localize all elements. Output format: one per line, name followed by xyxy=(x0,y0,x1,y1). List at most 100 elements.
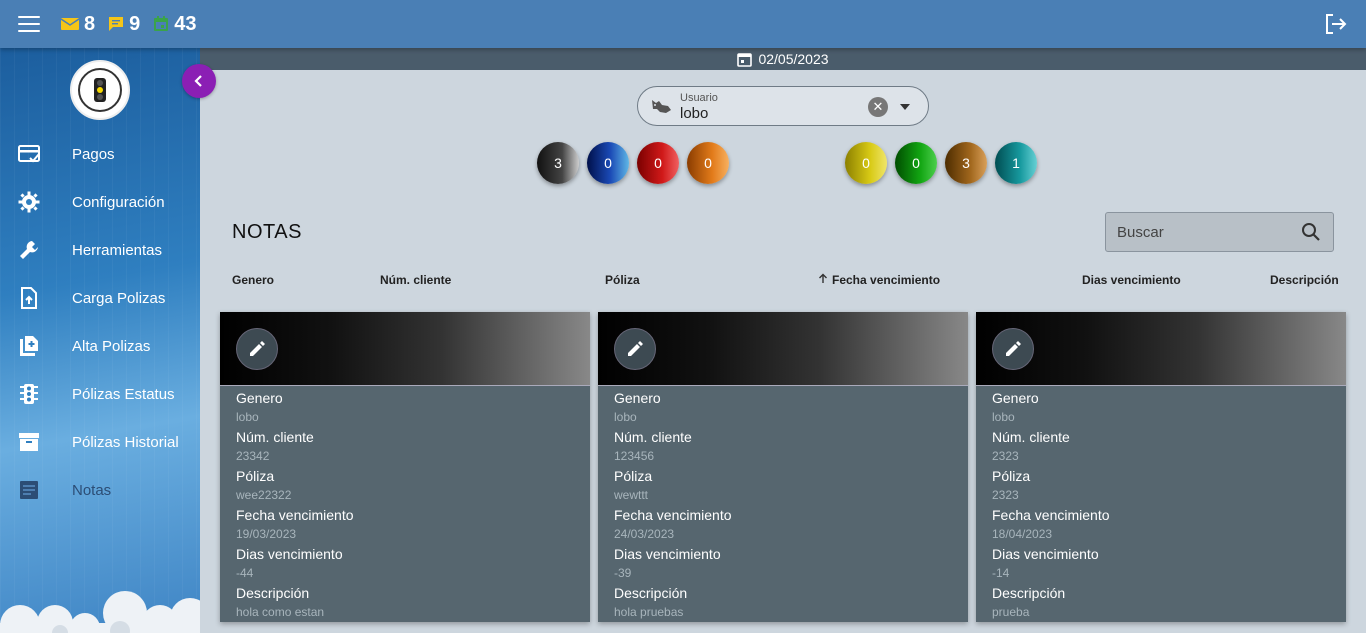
field-value: wee22322 xyxy=(236,488,292,502)
chat-count: 9 xyxy=(129,12,141,35)
sidebar-item-herramientas[interactable]: Herramientas xyxy=(0,226,200,274)
column-header-dias-vencimiento[interactable]: Dias vencimiento xyxy=(1082,273,1181,287)
status-brown-counter[interactable]: 3 xyxy=(945,142,987,184)
status-blue-counter[interactable]: 0 xyxy=(587,142,629,184)
dropdown-arrow-icon[interactable] xyxy=(900,104,910,110)
field-label: Dias vencimiento xyxy=(236,546,343,562)
field-value: hola como estan xyxy=(236,605,325,619)
chevron-left-icon xyxy=(194,75,202,87)
field-label: Fecha vencimiento xyxy=(614,507,732,523)
card-header xyxy=(598,312,968,386)
pencil-icon xyxy=(628,341,643,356)
edit-button[interactable] xyxy=(236,328,278,370)
column-header-label: Fecha vencimiento xyxy=(832,273,941,287)
status-orange-counter[interactable]: 0 xyxy=(687,142,729,184)
field-label: Dias vencimiento xyxy=(614,546,721,562)
field-label: Genero xyxy=(614,390,661,406)
clouds-decoration xyxy=(0,591,200,633)
date-bar: 02/05/2023 xyxy=(200,48,1366,70)
field-value: 123456 xyxy=(614,449,655,463)
hamburger-menu-icon[interactable] xyxy=(18,16,40,32)
mail-count: 8 xyxy=(84,12,96,35)
wrench-icon xyxy=(18,239,40,261)
edit-button[interactable] xyxy=(614,328,656,370)
user-filter-select[interactable]: Usuario lobo ✕ xyxy=(637,86,929,126)
seguros-semaforo-logo xyxy=(70,60,130,120)
field-value: lobo xyxy=(236,410,259,424)
field-label: Descripción xyxy=(614,585,688,601)
notes-icon xyxy=(18,479,40,501)
edit-button[interactable] xyxy=(992,328,1034,370)
status-teal-counter[interactable]: 1 xyxy=(995,142,1037,184)
search-icon[interactable] xyxy=(1301,222,1321,247)
search-field[interactable]: Buscar xyxy=(1105,212,1334,252)
note-card: Genero lobo Núm. cliente 123456 Póliza w… xyxy=(598,312,968,622)
field-value: -14 xyxy=(992,566,1010,580)
pencil-icon xyxy=(250,341,265,356)
search-placeholder: Buscar xyxy=(1117,223,1164,241)
field-value: hola pruebas xyxy=(614,605,684,619)
column-header-poliza[interactable]: Póliza xyxy=(605,273,640,287)
field-label: Genero xyxy=(236,390,283,406)
field-value: 23342 xyxy=(236,449,270,463)
field-label: Descripción xyxy=(992,585,1066,601)
calendar-counter[interactable]: 43 xyxy=(152,12,197,36)
sidebar-item-label: Carga Polizas xyxy=(72,289,166,307)
top-app-bar: 8 9 43 xyxy=(0,0,1366,48)
pencil-icon xyxy=(1006,341,1021,356)
chat-counter[interactable]: 9 xyxy=(107,13,140,36)
field-label: Núm. cliente xyxy=(992,429,1070,445)
archive-icon xyxy=(18,431,40,453)
sidebar: Pagos Configuración Herramientas Carga P… xyxy=(0,48,200,633)
status-red-counter[interactable]: 0 xyxy=(637,142,679,184)
sidebar-item-configuracion[interactable]: Configuración xyxy=(0,178,200,226)
column-header-descripcion[interactable]: Descripción xyxy=(1270,273,1339,287)
sidebar-item-label: Herramientas xyxy=(72,241,163,259)
sidebar-item-label: Configuración xyxy=(72,193,165,211)
field-label: Póliza xyxy=(236,468,275,484)
field-label: Genero xyxy=(992,390,1039,406)
sidebar-nav: Pagos Configuración Herramientas Carga P… xyxy=(0,130,200,514)
filter-label: Usuario xyxy=(680,92,718,104)
sidebar-item-label: Notas xyxy=(72,481,112,499)
note-card: Genero lobo Núm. cliente 23342 Póliza we… xyxy=(220,312,590,622)
sidebar-item-alta-polizas[interactable]: Alta Polizas xyxy=(0,322,200,370)
sidebar-item-notas[interactable]: Notas xyxy=(0,466,200,514)
field-label: Fecha vencimiento xyxy=(992,507,1110,523)
field-value: lobo xyxy=(614,410,637,424)
status-counters: 3 0 0 0 0 0 3 1 xyxy=(0,142,1366,184)
status-yellow-counter[interactable]: 0 xyxy=(845,142,887,184)
column-header-fecha-vencimiento[interactable]: Fecha vencimiento xyxy=(818,273,940,287)
field-value: -44 xyxy=(236,566,254,580)
page-title: NOTAS xyxy=(232,221,302,243)
field-label: Dias vencimiento xyxy=(992,546,1099,562)
status-green-counter[interactable]: 0 xyxy=(895,142,937,184)
mail-counter[interactable]: 8 xyxy=(60,13,95,36)
note-card: Genero lobo Núm. cliente 2323 Póliza 232… xyxy=(976,312,1346,622)
field-value: 19/03/2023 xyxy=(236,527,297,541)
field-label: Descripción xyxy=(236,585,310,601)
field-value: 2323 xyxy=(992,488,1019,502)
field-label: Fecha vencimiento xyxy=(236,507,354,523)
logout-icon[interactable] xyxy=(1324,13,1348,40)
sidebar-item-polizas-historial[interactable]: Pólizas Historial xyxy=(0,418,200,466)
field-value: prueba xyxy=(992,605,1030,619)
sidebar-item-carga-polizas[interactable]: Carga Polizas xyxy=(0,274,200,322)
clear-icon[interactable]: ✕ xyxy=(868,97,888,117)
sidebar-item-label: Pólizas Estatus xyxy=(72,385,175,403)
file-add-icon xyxy=(18,335,40,357)
column-header-num-cliente[interactable]: Núm. cliente xyxy=(380,273,451,287)
sidebar-item-polizas-estatus[interactable]: Pólizas Estatus xyxy=(0,370,200,418)
column-header-genero[interactable]: Genero xyxy=(232,273,274,287)
filter-value: lobo xyxy=(680,105,709,122)
collapse-sidebar-button[interactable] xyxy=(182,64,216,98)
calendar-count: 43 xyxy=(174,12,197,35)
status-black-counter[interactable]: 3 xyxy=(537,142,579,184)
file-upload-icon xyxy=(18,287,40,309)
field-value: lobo xyxy=(992,410,1015,424)
field-label: Póliza xyxy=(614,468,653,484)
sort-ascending-icon xyxy=(818,273,828,287)
card-header xyxy=(976,312,1346,386)
field-value: wewttt xyxy=(614,488,649,502)
field-value: 24/03/2023 xyxy=(614,527,675,541)
